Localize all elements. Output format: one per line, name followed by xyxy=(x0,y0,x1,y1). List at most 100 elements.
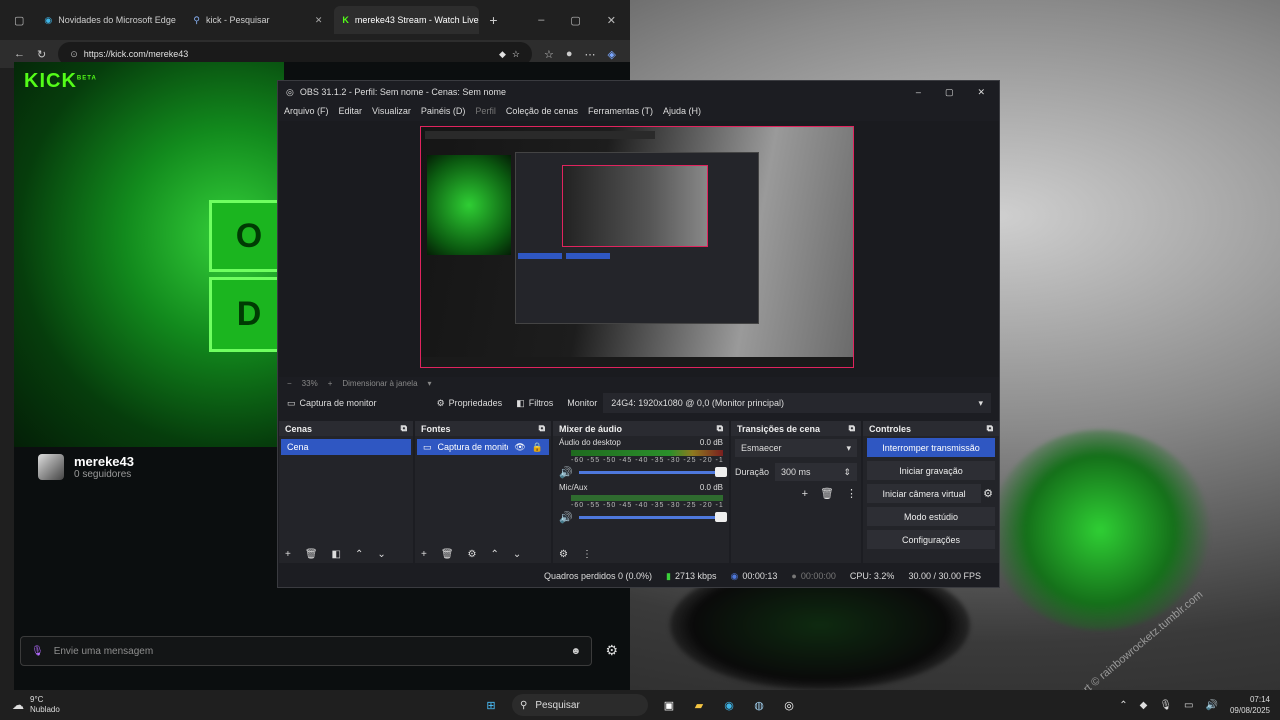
profile-icon[interactable]: ● xyxy=(566,48,573,60)
more-icon[interactable]: ⋯ xyxy=(585,48,596,61)
steam-icon[interactable]: ◍ xyxy=(750,696,768,714)
filters-button[interactable]: ◧ Filtros xyxy=(516,398,553,409)
scene-item[interactable]: Cena xyxy=(281,439,411,455)
clock[interactable]: 07:14 09/08/2025 xyxy=(1230,694,1270,716)
emoji-icon[interactable]: ☻ xyxy=(570,646,581,657)
add-icon[interactable]: + xyxy=(802,488,808,500)
undock-icon[interactable]: ⧉ xyxy=(717,423,723,434)
menu-ajuda[interactable]: Ajuda (H) xyxy=(663,106,701,116)
mic-icon[interactable]: 🎙 xyxy=(31,646,44,657)
start-recording-button[interactable]: Iniciar gravação xyxy=(867,461,995,480)
zoom-mode[interactable]: Dimensionar à janela xyxy=(342,379,417,388)
chat-input[interactable]: 🎙 Envie uma mensagem ☻ xyxy=(20,636,592,666)
mic-icon[interactable]: 🎙 xyxy=(1159,700,1172,711)
obs-icon[interactable]: ◎ xyxy=(780,696,798,714)
trash-icon[interactable]: 🗑 xyxy=(305,549,318,560)
properties-button[interactable]: ⚙ Propriedades xyxy=(437,398,503,409)
refresh-icon[interactable]: ↻ xyxy=(37,48,46,61)
filter-icon[interactable]: ◧ xyxy=(332,549,341,560)
tab-kick-search[interactable]: ⚲ kick - Pesquisar ✕ xyxy=(185,6,330,34)
zoom-dropdown-icon[interactable]: ▾ xyxy=(428,379,432,388)
move-down-icon[interactable]: ⌄ xyxy=(513,549,521,560)
virtual-camera-settings-gear-icon[interactable]: ⚙ xyxy=(983,487,999,500)
tab-actions-icon[interactable]: ▢ xyxy=(14,14,24,27)
file-explorer-icon[interactable]: ▰ xyxy=(690,696,708,714)
start-icon[interactable]: ⊞ xyxy=(482,696,500,714)
menu-editar[interactable]: Editar xyxy=(339,106,363,116)
menu-ferramentas[interactable]: Ferramentas (T) xyxy=(588,106,653,116)
channel-name[interactable]: mereke43 xyxy=(74,454,134,469)
undock-icon[interactable]: ⧉ xyxy=(401,423,407,434)
advanced-audio-icon[interactable]: ⚙ xyxy=(559,549,568,560)
menu-paineis[interactable]: Painéis (D) xyxy=(421,106,466,116)
preview-area[interactable] xyxy=(279,121,999,377)
favorites-icon[interactable]: ☆ xyxy=(544,48,554,61)
gear-icon[interactable]: ⚙ xyxy=(468,549,477,560)
trash-icon[interactable]: 🗑 xyxy=(820,487,834,500)
studio-mode-button[interactable]: Modo estúdio xyxy=(867,507,995,526)
source-item[interactable]: ▭ Captura de monitor 👁 🔒 xyxy=(417,439,549,455)
volume-slider-handle[interactable] xyxy=(715,512,727,522)
zoom-in-icon[interactable]: + xyxy=(328,379,333,388)
move-down-icon[interactable]: ⌄ xyxy=(377,549,385,560)
back-icon[interactable]: ← xyxy=(14,48,25,60)
duration-spinbox[interactable]: 300 ms ⇕ xyxy=(775,463,857,481)
menu-perfil[interactable]: Perfil xyxy=(475,106,496,116)
task-view-icon[interactable]: ▣ xyxy=(660,696,678,714)
copilot-icon[interactable]: ◈ xyxy=(608,48,616,61)
favorite-star-icon[interactable]: ☆ xyxy=(512,49,520,60)
volume-slider-handle[interactable] xyxy=(715,467,727,477)
tray-overflow-icon[interactable]: ⌃ xyxy=(1119,700,1127,711)
volume-icon[interactable]: 🔊 xyxy=(1206,700,1218,711)
maximize-icon[interactable]: ▢ xyxy=(570,14,580,27)
settings-button[interactable]: Configurações xyxy=(867,530,995,549)
tray-app-icon[interactable]: ◆ xyxy=(1140,700,1148,711)
site-info-icon[interactable]: ⊙ xyxy=(70,49,78,60)
edge-icon[interactable]: ◉ xyxy=(720,696,738,714)
undock-icon[interactable]: ⧉ xyxy=(539,423,545,434)
start-virtual-camera-button[interactable]: Iniciar câmera virtual xyxy=(867,484,982,503)
preview-canvas[interactable] xyxy=(420,126,854,368)
zoom-out-icon[interactable]: − xyxy=(287,379,292,388)
transition-select[interactable]: Esmaecer ▾ xyxy=(735,439,857,457)
move-up-icon[interactable]: ⌃ xyxy=(491,549,499,560)
network-icon[interactable]: ▭ xyxy=(1184,700,1193,711)
extension-icon[interactable]: ◆ xyxy=(499,49,506,60)
maximize-icon[interactable]: ▢ xyxy=(945,87,954,98)
volume-slider[interactable] xyxy=(578,467,727,477)
minimize-icon[interactable]: – xyxy=(538,14,544,27)
kick-logo[interactable]: KICKBETA xyxy=(24,70,97,93)
more-icon[interactable]: ⋮ xyxy=(846,487,857,500)
tab-edge-news[interactable]: ◉ Novidades do Microsoft Edge ✕ xyxy=(36,6,181,34)
eye-icon[interactable]: 👁 xyxy=(514,442,525,453)
close-icon[interactable]: ✕ xyxy=(977,87,985,98)
speaker-icon[interactable]: 🔊 xyxy=(559,511,573,524)
undock-icon[interactable]: ⧉ xyxy=(849,423,855,434)
channel-db: 0.0 dB xyxy=(699,483,723,492)
add-icon[interactable]: + xyxy=(285,549,291,560)
menu-colecao-cenas[interactable]: Coleção de cenas xyxy=(506,106,578,116)
new-tab-icon[interactable]: + xyxy=(489,12,497,28)
taskbar-search[interactable]: ⚲ Pesquisar xyxy=(512,694,648,716)
menu-visualizar[interactable]: Visualizar xyxy=(372,106,411,116)
minimize-icon[interactable]: – xyxy=(916,87,921,98)
stream-video-player[interactable]: KICKBETA O D xyxy=(14,62,284,447)
speaker-icon[interactable]: 🔊 xyxy=(559,466,573,479)
trash-icon[interactable]: 🗑 xyxy=(441,549,454,560)
more-icon[interactable]: ⋮ xyxy=(582,549,592,560)
weather-widget[interactable]: ☁ 9°C Nublado xyxy=(0,695,60,715)
chat-settings-gear-icon[interactable]: ⚙ xyxy=(605,642,618,659)
monitor-select[interactable]: 24G4: 1920x1080 @ 0,0 (Monitor principal… xyxy=(603,393,991,413)
move-up-icon[interactable]: ⌃ xyxy=(355,549,363,560)
lock-icon[interactable]: 🔒 xyxy=(532,442,543,453)
close-tab-icon[interactable]: ✕ xyxy=(315,15,323,26)
menu-arquivo[interactable]: Arquivo (F) xyxy=(284,106,329,116)
stop-streaming-button[interactable]: Interromper transmissão xyxy=(867,438,995,457)
avatar[interactable] xyxy=(38,454,64,480)
close-icon[interactable]: ✕ xyxy=(607,14,616,27)
undock-icon[interactable]: ⧉ xyxy=(987,423,993,434)
tab-kick-stream[interactable]: K mereke43 Stream - Watch Live ✕ xyxy=(334,6,480,34)
add-icon[interactable]: + xyxy=(421,549,427,560)
preview-nested-source xyxy=(566,253,610,259)
volume-slider[interactable] xyxy=(578,512,727,522)
